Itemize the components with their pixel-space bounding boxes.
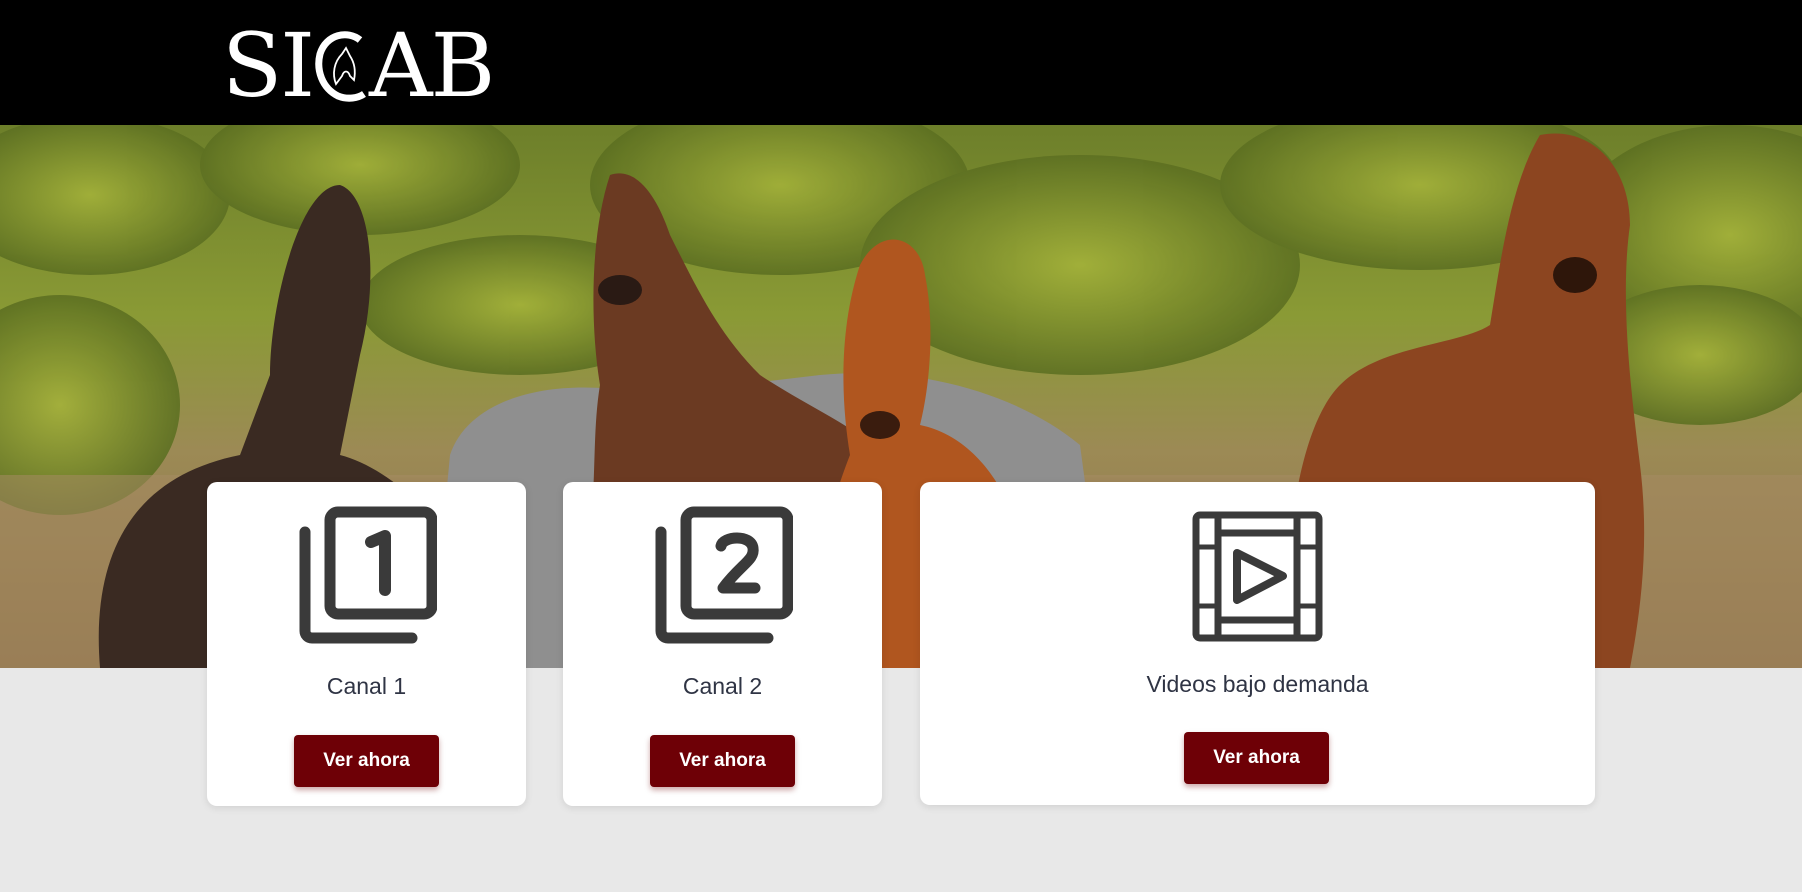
logo-text-left: SI	[222, 14, 315, 117]
card-title: Canal 1	[326, 673, 407, 699]
videos-on-demand-card: Videos bajo demanda Ver ahora	[920, 482, 1595, 805]
channel-2-card: Canal 2 Ver ahora	[563, 482, 882, 806]
page-edge	[1802, 0, 1806, 892]
card-title: Canal 2	[682, 673, 763, 699]
site-header: SI AB	[0, 0, 1802, 125]
channel-1-card: Canal 1 Ver ahora	[207, 482, 526, 806]
horse-head-logo-icon	[315, 31, 366, 102]
card-title: Videos bajo demanda	[1146, 671, 1369, 697]
video-film-icon	[1192, 511, 1323, 642]
watch-videos-on-demand-button[interactable]: Ver ahora	[1184, 732, 1329, 784]
site-logo[interactable]: SI AB	[222, 22, 495, 110]
logo-text-right: AB	[369, 14, 495, 117]
channel-1-icon	[299, 506, 437, 644]
watch-channel-2-button[interactable]: Ver ahora	[650, 735, 795, 787]
watch-channel-1-button[interactable]: Ver ahora	[294, 735, 439, 787]
channel-2-icon	[655, 506, 793, 644]
